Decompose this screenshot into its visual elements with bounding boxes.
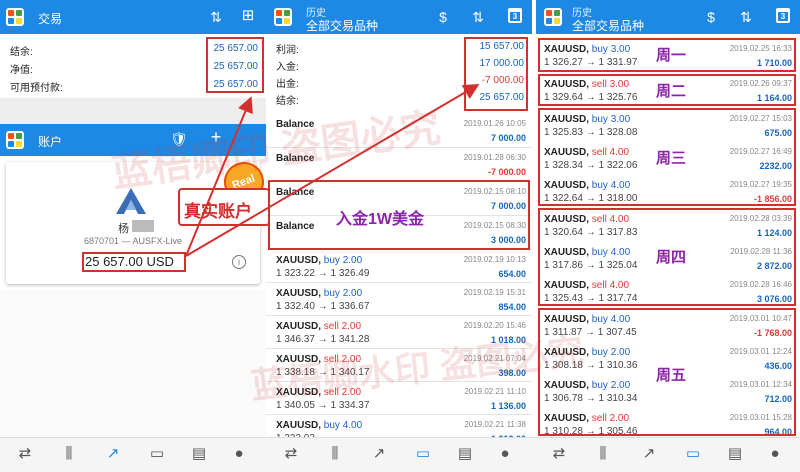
summary-label: 出金:: [276, 79, 299, 90]
bottom-nav-3: [532, 437, 800, 472]
summary-value: 15 657.00: [479, 41, 525, 52]
summary-value: -7 000.00: [481, 75, 524, 86]
history-icon[interactable]: ▭: [148, 445, 166, 463]
news-icon-3[interactable]: ▤: [726, 445, 744, 463]
quotes-icon[interactable]: ⇄: [16, 445, 34, 463]
annotation-arrows: [185, 83, 480, 257]
arrow-balance-to-history: [185, 83, 480, 257]
bottom-nav-1: [0, 437, 266, 472]
arrow-balance-to-trade: [185, 96, 253, 257]
news-icon-2[interactable]: ▤: [456, 445, 474, 463]
quotes-icon-3[interactable]: ⇄: [550, 445, 568, 463]
bottom-nav-2: [266, 437, 532, 472]
trade-icon[interactable]: ↗: [104, 445, 122, 463]
screenshot-root: 交易 ⇅ ⊞ 结余: 25 657.00 净值: 25 657.00 可用预付款…: [0, 0, 800, 472]
chat-icon-3[interactable]: ●: [766, 445, 784, 463]
chart-icon[interactable]: ⫼: [60, 445, 78, 463]
chat-icon-2[interactable]: ●: [496, 445, 514, 463]
trade-icon-2[interactable]: ↗: [370, 445, 388, 463]
quotes-icon-2[interactable]: ⇄: [282, 445, 300, 463]
summary-label: 入金:: [276, 62, 299, 73]
summary-label: 利润:: [276, 45, 299, 56]
trade-icon-3[interactable]: ↗: [640, 445, 658, 463]
summary-value: 25 657.00: [479, 92, 525, 103]
history-icon-2[interactable]: ▭: [414, 445, 432, 463]
history-icon-3[interactable]: ▭: [684, 445, 702, 463]
chart-icon-2[interactable]: ⫼: [326, 445, 344, 463]
chart-icon-3[interactable]: ⫼: [594, 445, 612, 463]
summary-label: 结余:: [276, 96, 299, 107]
news-icon[interactable]: ▤: [190, 445, 208, 463]
summary-value: 17 000.00: [479, 58, 525, 69]
chat-icon[interactable]: ●: [230, 445, 248, 463]
